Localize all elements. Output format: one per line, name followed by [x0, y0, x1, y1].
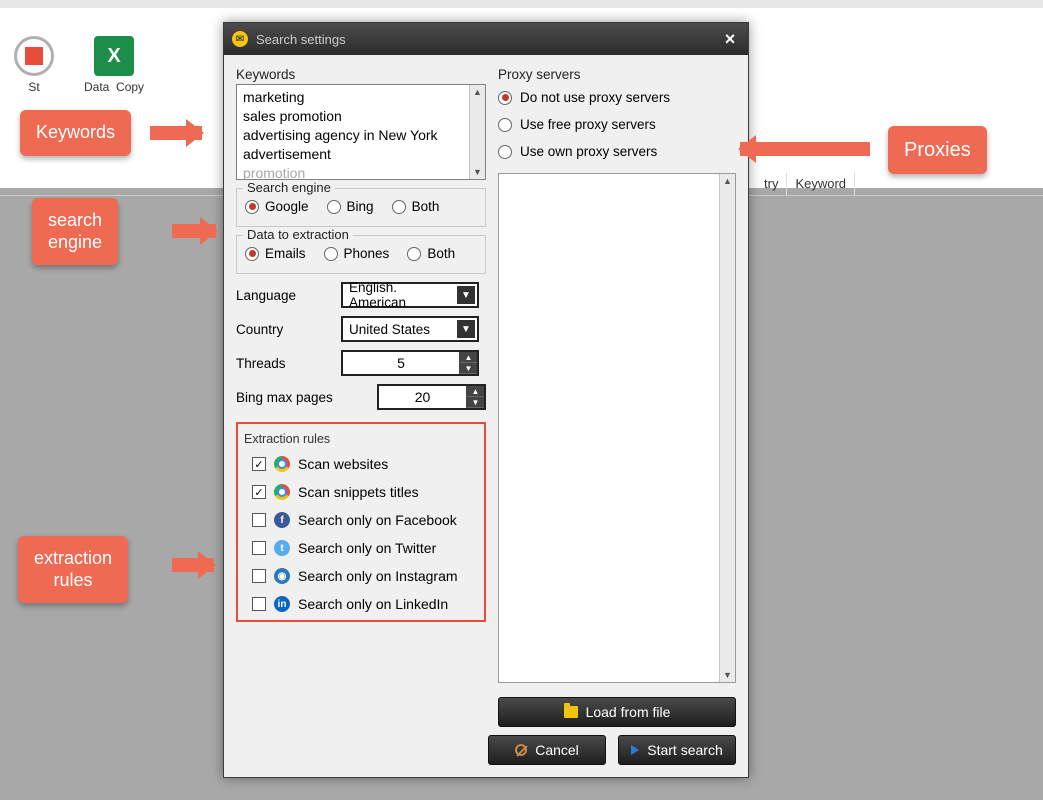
radio-google[interactable]: Google: [245, 199, 309, 214]
country-dropdown[interactable]: United States ▼: [341, 316, 479, 342]
copy-label: Copy: [116, 80, 144, 94]
keywords-label: Keywords: [236, 67, 486, 82]
dialog-title: Search settings: [256, 32, 712, 47]
proxy-label: Proxy servers: [498, 67, 736, 82]
dialog-button-row: Cancel Start search: [224, 727, 748, 777]
extraction-rules-group: Extraction rules ✓ Scan websites ✓ Scan …: [236, 422, 486, 622]
radio-no-proxy[interactable]: Do not use proxy servers: [498, 90, 736, 105]
instagram-icon: ◉: [274, 568, 290, 584]
callout-proxies: Proxies: [888, 126, 987, 174]
chevron-down-icon[interactable]: ▼: [457, 286, 475, 304]
radio-both-engine[interactable]: Both: [392, 199, 440, 214]
bing-pages-stepper[interactable]: 20 ▲▼: [377, 384, 486, 410]
threads-value: 5: [343, 355, 459, 371]
rule-scan-snippets[interactable]: ✓ Scan snippets titles: [244, 484, 478, 500]
keywords-listbox[interactable]: marketing sales promotion advertising ag…: [236, 84, 486, 180]
language-dropdown[interactable]: English. American ▼: [341, 282, 479, 308]
data-extraction-label: Data to extraction: [243, 227, 353, 242]
extraction-rules-label: Extraction rules: [244, 432, 478, 446]
scroll-down-icon[interactable]: ▼: [470, 165, 485, 179]
play-icon: [631, 745, 639, 755]
radio-own-proxy[interactable]: Use own proxy servers: [498, 144, 736, 159]
step-down-icon[interactable]: ▼: [460, 363, 477, 374]
radio-phones[interactable]: Phones: [324, 246, 390, 261]
scroll-up-icon[interactable]: ▲: [470, 85, 485, 99]
close-button[interactable]: ×: [720, 29, 740, 49]
checkbox-icon[interactable]: [252, 541, 266, 555]
checkbox-icon[interactable]: [252, 569, 266, 583]
folder-icon: [564, 706, 578, 718]
stop-icon: [14, 36, 54, 76]
step-up-icon[interactable]: ▲: [460, 352, 477, 363]
country-label: Country: [236, 322, 331, 337]
rule-linkedin[interactable]: in Search only on LinkedIn: [244, 596, 478, 612]
twitter-icon: t: [274, 540, 290, 556]
arrow-icon: [172, 224, 216, 238]
step-up-icon[interactable]: ▲: [467, 386, 484, 397]
chrome-icon: [274, 456, 290, 472]
checkbox-icon[interactable]: [252, 513, 266, 527]
callout-keywords: Keywords: [20, 110, 131, 156]
bing-pages-value: 20: [379, 389, 466, 405]
facebook-icon: f: [274, 512, 290, 528]
scroll-down-icon[interactable]: ▼: [720, 668, 735, 682]
list-item[interactable]: marketing: [243, 88, 463, 107]
chrome-icon: [274, 484, 290, 500]
rule-twitter[interactable]: t Search only on Twitter: [244, 540, 478, 556]
chevron-down-icon[interactable]: ▼: [457, 320, 475, 338]
radio-emails[interactable]: Emails: [245, 246, 306, 261]
linkedin-icon: in: [274, 596, 290, 612]
language-value: English. American: [349, 280, 457, 310]
threads-stepper[interactable]: 5 ▲▼: [341, 350, 479, 376]
radio-bing[interactable]: Bing: [327, 199, 374, 214]
arrow-icon: [740, 142, 870, 156]
data-label: Data: [84, 80, 109, 94]
rule-facebook[interactable]: f Search only on Facebook: [244, 512, 478, 528]
checkbox-checked-icon[interactable]: ✓: [252, 485, 266, 499]
search-settings-dialog: ✉ Search settings × Keywords marketing s…: [223, 22, 749, 778]
checkbox-icon[interactable]: [252, 597, 266, 611]
callout-extraction-rules: extraction rules: [18, 536, 128, 603]
country-value: United States: [349, 322, 430, 337]
rule-scan-websites[interactable]: ✓ Scan websites: [244, 456, 478, 472]
load-from-file-button[interactable]: Load from file: [498, 697, 736, 727]
checkbox-checked-icon[interactable]: ✓: [252, 457, 266, 471]
list-item[interactable]: advertisement: [243, 145, 463, 164]
excel-icon: X: [94, 36, 134, 76]
arrow-icon: [172, 558, 214, 572]
proxy-list-scrollbar[interactable]: ▲ ▼: [719, 174, 735, 682]
search-engine-group: Search engine Google Bing Both: [236, 188, 486, 227]
radio-both-data[interactable]: Both: [407, 246, 455, 261]
stop-label: St: [28, 80, 39, 94]
threads-label: Threads: [236, 356, 331, 371]
app-icon: ✉: [232, 31, 248, 47]
keywords-list[interactable]: marketing sales promotion advertising ag…: [237, 85, 469, 179]
radio-free-proxy[interactable]: Use free proxy servers: [498, 117, 736, 132]
col-try: try: [756, 172, 787, 195]
cancel-button[interactable]: Cancel: [488, 735, 606, 765]
cancel-icon: [515, 744, 527, 756]
stop-button[interactable]: St: [14, 36, 54, 94]
col-keyword: Keyword: [787, 172, 855, 195]
rule-instagram[interactable]: ◉ Search only on Instagram: [244, 568, 478, 584]
callout-search-engine: search engine: [32, 198, 118, 265]
list-item[interactable]: promotion: [243, 164, 463, 179]
list-item[interactable]: sales promotion: [243, 107, 463, 126]
export-excel-button[interactable]: X Data Copy: [84, 36, 144, 94]
proxy-list[interactable]: ▲ ▼: [498, 173, 736, 683]
step-down-icon[interactable]: ▼: [467, 397, 484, 408]
scroll-up-icon[interactable]: ▲: [720, 174, 735, 188]
start-search-button[interactable]: Start search: [618, 735, 736, 765]
data-extraction-group: Data to extraction Emails Phones Both: [236, 235, 486, 274]
dialog-titlebar[interactable]: ✉ Search settings ×: [224, 23, 748, 55]
list-item[interactable]: advertising agency in New York: [243, 126, 463, 145]
arrow-icon: [150, 126, 202, 140]
language-label: Language: [236, 288, 331, 303]
keywords-scrollbar[interactable]: ▲ ▼: [469, 85, 485, 179]
search-engine-label: Search engine: [243, 180, 335, 195]
bing-pages-label: Bing max pages: [236, 390, 341, 405]
